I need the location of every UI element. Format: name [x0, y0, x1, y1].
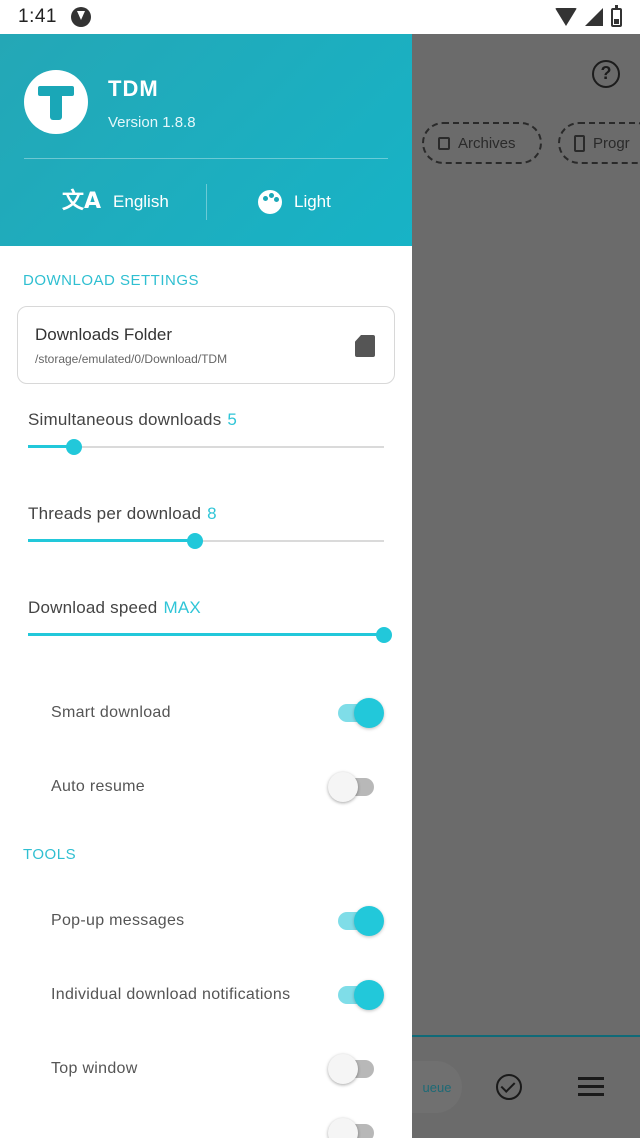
- folder-path: /storage/emulated/0/Download/TDM: [35, 352, 228, 366]
- download-speed-slider[interactable]: [28, 624, 392, 646]
- simultaneous-downloads-slider[interactable]: [28, 436, 384, 458]
- top-window-switch[interactable]: [328, 1054, 374, 1084]
- phone-icon: [574, 134, 585, 152]
- check-circle-icon[interactable]: [496, 1074, 522, 1100]
- chip-label: Archives: [458, 134, 516, 152]
- sd-card-icon: [355, 335, 375, 357]
- toggle-row-auto-resume[interactable]: Auto resume: [0, 768, 412, 808]
- palette-icon: [258, 190, 282, 214]
- nav-queue[interactable]: ueue: [412, 1061, 462, 1113]
- bottom-divider: [412, 1035, 640, 1037]
- header-vertical-divider: [206, 184, 207, 220]
- toggle-row-top-window[interactable]: Top window: [0, 1050, 412, 1090]
- chip-archives[interactable]: Archives: [422, 122, 542, 164]
- downloads-folder-card[interactable]: Downloads Folder /storage/emulated/0/Dow…: [17, 306, 395, 384]
- battery-icon: [611, 4, 622, 27]
- toggle-label: Top window: [51, 1060, 138, 1077]
- folder-title: Downloads Folder: [35, 325, 173, 344]
- download-notification-icon: [70, 7, 91, 27]
- partial-switch[interactable]: [328, 1118, 374, 1138]
- slider-thumb[interactable]: [66, 439, 83, 455]
- chip-label: Progr: [593, 134, 630, 152]
- toggle-label: Pop-up messages: [51, 912, 185, 929]
- section-title-tools: TOOLS: [23, 846, 77, 863]
- toggle-row-popup-messages[interactable]: Pop-up messages: [0, 902, 412, 942]
- archive-icon: [438, 136, 450, 150]
- popup-messages-switch[interactable]: [338, 906, 384, 936]
- nav-queue-label: ueue: [422, 1079, 452, 1095]
- header-divider: [24, 158, 388, 159]
- settings-drawer: TDM Version 1.8.8 文A English Light DOWNL…: [0, 34, 412, 1138]
- section-title-download-settings: DOWNLOAD SETTINGS: [23, 272, 200, 289]
- help-icon[interactable]: ?: [592, 60, 620, 88]
- slider-value: 8: [207, 504, 217, 523]
- toggle-row-smart-download[interactable]: Smart download: [0, 694, 412, 734]
- slider-thumb[interactable]: [187, 533, 204, 549]
- app-logo-icon: [24, 70, 88, 134]
- toggle-row-partial[interactable]: [0, 1114, 412, 1138]
- slider-label-simultaneous: Simultaneous downloads 5: [28, 410, 238, 429]
- slider-value: 5: [227, 410, 238, 429]
- drawer-header: TDM Version 1.8.8 文A English Light: [0, 34, 412, 246]
- toggle-label: Individual download notifications: [51, 986, 291, 1003]
- app-name: TDM: [108, 76, 159, 101]
- background-app-scrim[interactable]: ? Archives Progr ueue: [412, 34, 640, 1138]
- theme-button[interactable]: Light: [258, 184, 331, 220]
- toggle-label: Auto resume: [51, 778, 146, 795]
- threads-per-download-slider[interactable]: [28, 530, 384, 552]
- individual-notifications-switch[interactable]: [338, 980, 384, 1010]
- translate-icon: 文A: [62, 189, 102, 214]
- slider-value: MAX: [163, 598, 201, 617]
- list-icon[interactable]: [578, 1076, 604, 1098]
- toggle-label: Smart download: [51, 704, 171, 721]
- theme-label: Light: [294, 192, 331, 211]
- app-version: Version 1.8.8: [108, 114, 196, 131]
- slider-thumb[interactable]: [376, 627, 392, 643]
- signal-icon: [585, 8, 603, 26]
- status-icons: [555, 4, 622, 27]
- slider-label-speed: Download speed MAX: [28, 598, 201, 617]
- auto-resume-switch[interactable]: [328, 772, 374, 802]
- chip-programs[interactable]: Progr: [558, 122, 640, 164]
- status-bar: 1:41: [0, 0, 640, 34]
- smart-download-switch[interactable]: [338, 698, 384, 728]
- language-button[interactable]: 文A English: [62, 184, 169, 220]
- status-time: 1:41: [18, 6, 57, 27]
- toggle-row-individual-notifications[interactable]: Individual download notifications: [0, 976, 412, 1016]
- wifi-icon: [555, 8, 577, 26]
- slider-label-threads: Threads per download 8: [28, 504, 217, 523]
- language-label: English: [113, 192, 169, 211]
